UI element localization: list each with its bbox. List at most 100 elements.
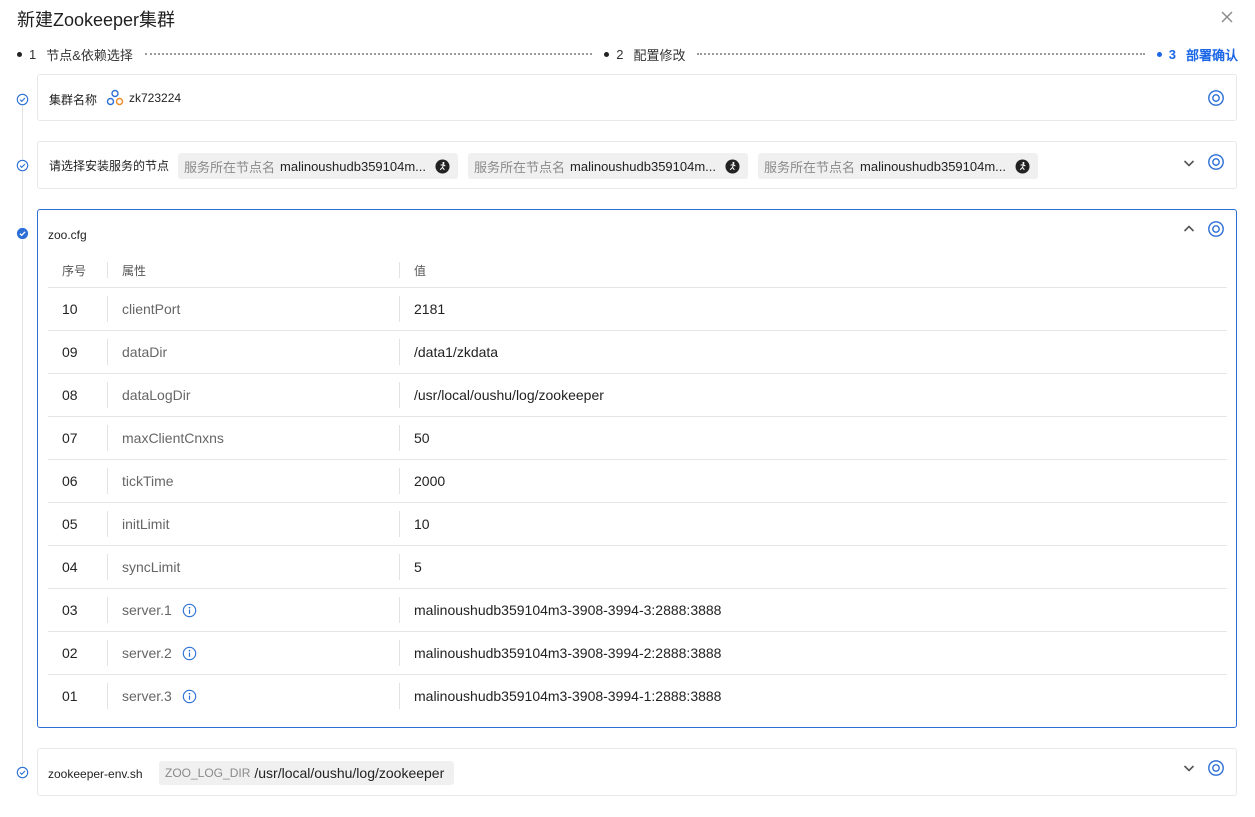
chevron-down-icon[interactable] <box>1182 156 1196 170</box>
column-header-property: 属性 <box>122 263 147 278</box>
column-divider <box>399 296 400 322</box>
zoo-cfg-card: zoo.cfg 序号 属性 值 10 clientPort 2181 09 dataDi… <box>37 209 1237 728</box>
column-divider <box>107 511 108 537</box>
row-value[interactable]: 5 <box>414 546 422 588</box>
column-divider <box>107 640 108 666</box>
row-property-text: syncLimit <box>122 559 181 575</box>
node-tag-value: malinoushudb359104m... <box>570 158 717 174</box>
row-value[interactable]: 10 <box>414 503 430 545</box>
row-value[interactable]: 2000 <box>414 460 445 502</box>
row-property-text: maxClientCnxns <box>122 430 224 446</box>
env-tag-key: ZOO_LOG_DIR <box>165 766 251 780</box>
column-divider <box>399 640 400 666</box>
table-row: 10 clientPort 2181 <box>48 287 1227 330</box>
row-property-text: dataLogDir <box>122 387 191 403</box>
info-icon[interactable] <box>182 603 197 618</box>
row-property-text: clientPort <box>122 301 181 317</box>
column-header-index: 序号 <box>62 263 87 278</box>
settings-icon[interactable] <box>1207 759 1225 777</box>
table-body: 10 clientPort 2181 09 dataDir/data1/zkdata 08… <box>48 287 1227 717</box>
table-row: 01 server.3 malinoushudb359104m3-3908-3994… <box>48 674 1227 717</box>
row-index: 03 <box>62 602 78 618</box>
row-index: 01 <box>62 688 78 704</box>
row-property: server.1 <box>122 589 197 631</box>
close-icon[interactable] <box>1219 9 1235 25</box>
table-row: 09 dataDir/data1/zkdata <box>48 330 1227 373</box>
column-divider <box>399 511 400 537</box>
cluster-icon <box>106 89 124 106</box>
chevron-up-icon[interactable] <box>1182 222 1196 236</box>
node-tag-value: malinoushudb359104m... <box>280 158 427 174</box>
column-divider <box>399 339 400 365</box>
run-icon <box>1015 158 1030 174</box>
node-tag[interactable]: 服务所在节点名 malinoushudb359104m... <box>758 153 1038 179</box>
row-property: tickTime <box>122 460 174 502</box>
cluster-name-value: zk723224 <box>129 91 182 105</box>
step-label: 部署确认 <box>1185 47 1238 63</box>
column-divider <box>107 262 108 278</box>
step-dot <box>1156 51 1162 57</box>
step-connector <box>144 53 593 55</box>
step-2[interactable]: 2 配置修改 <box>604 45 685 64</box>
info-icon[interactable] <box>182 689 197 704</box>
row-index: 04 <box>62 559 78 575</box>
dialog-title: 新建Zookeeper集群 <box>17 10 176 30</box>
step-1[interactable]: 1 节点&依赖选择 <box>17 45 133 64</box>
row-index: 02 <box>62 645 78 661</box>
step-dot <box>17 51 22 57</box>
info-icon[interactable] <box>182 646 197 661</box>
column-divider <box>399 262 400 278</box>
column-divider <box>399 683 400 709</box>
row-value[interactable]: /usr/local/oushu/log/zookeeper <box>414 374 604 416</box>
row-property: server.3 <box>122 675 197 717</box>
zookeeper-env-card: zookeeper-env.sh ZOO_LOG_DIR /usr/local/… <box>37 748 1237 796</box>
row-value[interactable]: malinoushudb359104m3-3908-3994-1:2888:38… <box>414 675 721 717</box>
column-divider <box>399 597 400 623</box>
row-value[interactable]: malinoushudb359104m3-3908-3994-2:2888:38… <box>414 632 721 674</box>
column-divider <box>399 382 400 408</box>
settings-icon[interactable] <box>1207 220 1225 238</box>
row-value[interactable]: malinoushudb359104m3-3908-3994-3:2888:38… <box>414 589 721 631</box>
step-label: 节点&依赖选择 <box>46 47 133 63</box>
column-divider <box>107 683 108 709</box>
cluster-name-card: 集群名称 zk723224 <box>37 74 1237 121</box>
check-circle-icon <box>16 227 29 240</box>
table-row: 06 tickTime 2000 <box>48 459 1227 502</box>
column-header-value: 值 <box>414 263 427 278</box>
check-circle-icon <box>16 766 29 779</box>
row-property-text: tickTime <box>122 473 174 489</box>
nodes-label: 请选择安装服务的节点 <box>49 159 170 173</box>
row-index: 06 <box>62 473 78 489</box>
row-index: 05 <box>62 516 78 532</box>
node-tag[interactable]: 服务所在节点名 malinoushudb359104m... <box>178 153 458 179</box>
row-property-text: server.1 <box>122 602 172 618</box>
column-divider <box>107 296 108 322</box>
row-property-text: server.3 <box>122 688 172 704</box>
node-tag-key: 服务所在节点名 <box>764 159 856 175</box>
table-row: 04 syncLimit 5 <box>48 545 1227 588</box>
row-value[interactable]: /data1/zkdata <box>414 331 498 373</box>
step-number: 3 <box>1168 46 1176 62</box>
env-tag[interactable]: ZOO_LOG_DIR /usr/local/oushu/log/zookeep… <box>159 761 455 785</box>
settings-icon[interactable] <box>1207 153 1225 171</box>
chevron-down-icon[interactable] <box>1182 761 1196 775</box>
table-row: 07 maxClientCnxns 50 <box>48 416 1227 459</box>
step-3[interactable]: 3 部署确认 <box>1156 45 1238 64</box>
row-property-text: dataDir <box>122 344 168 360</box>
column-divider <box>107 425 108 451</box>
run-icon <box>435 158 450 174</box>
row-index: 09 <box>62 344 78 360</box>
row-property-text: server.2 <box>122 645 172 661</box>
row-index: 08 <box>62 387 78 403</box>
run-icon <box>725 158 740 174</box>
table-row: 02 server.2 malinoushudb359104m3-3908-3994… <box>48 631 1227 674</box>
row-property: dataDir <box>122 331 167 373</box>
steps-bar: 1 节点&依赖选择 2 配置修改 3 部署确认 <box>17 45 1238 63</box>
row-value[interactable]: 50 <box>414 417 430 459</box>
row-property-text: initLimit <box>122 516 170 532</box>
settings-icon[interactable] <box>1207 89 1225 107</box>
node-tag-key: 服务所在节点名 <box>474 159 566 175</box>
zookeeper-env-label: zookeeper-env.sh <box>48 767 143 781</box>
node-tag[interactable]: 服务所在节点名 malinoushudb359104m... <box>468 153 748 179</box>
row-value[interactable]: 2181 <box>414 288 445 330</box>
